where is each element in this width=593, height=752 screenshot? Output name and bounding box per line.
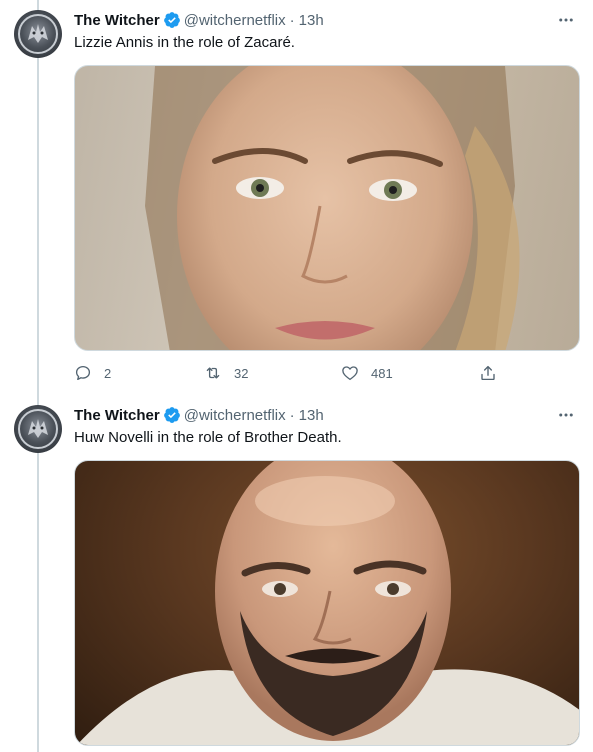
more-options-button[interactable] <box>551 8 581 32</box>
author-name[interactable]: The Witcher <box>74 12 160 29</box>
tweet-header: The Witcher @witchernetflix · 13h <box>74 405 324 425</box>
share-icon <box>481 365 495 381</box>
wolf-medallion-icon <box>18 409 58 449</box>
tweet-text: Lizzie Annis in the role of Zacaré. <box>74 34 295 51</box>
share-button[interactable] <box>479 362 497 384</box>
heart-icon <box>342 366 358 381</box>
more-options-button[interactable] <box>551 403 581 427</box>
tweet-actions: 2 32 481 <box>74 362 514 384</box>
reply-button[interactable]: 2 <box>74 362 111 384</box>
more-dots-icon <box>559 18 573 22</box>
author-handle[interactable]: @witchernetflix <box>184 407 286 424</box>
reply-icon <box>75 365 91 381</box>
verified-badge-icon <box>163 407 180 423</box>
timestamp[interactable]: 13h <box>299 12 324 29</box>
timestamp[interactable]: 13h <box>299 407 324 424</box>
retweet-icon <box>206 367 220 379</box>
author-name[interactable]: The Witcher <box>74 407 160 424</box>
more-dots-icon <box>559 413 573 417</box>
tweet-header: The Witcher @witchernetflix · 13h <box>74 10 324 30</box>
retweet-count: 32 <box>234 365 249 381</box>
like-button[interactable]: 481 <box>341 362 393 384</box>
portrait-photo-woman <box>145 66 520 350</box>
verified-badge-icon <box>163 12 180 28</box>
separator-dot: · <box>289 406 295 424</box>
reply-count: 2 <box>104 365 112 381</box>
author-handle[interactable]: @witchernetflix <box>184 12 286 29</box>
tweet[interactable]: The Witcher @witchernetflix · 13h Huw No… <box>0 395 593 752</box>
tweet-photo[interactable] <box>74 460 580 746</box>
retweet-button[interactable]: 32 <box>204 362 248 384</box>
wolf-medallion-icon <box>18 14 58 54</box>
tweet[interactable]: The Witcher @witchernetflix · 13h Lizzie… <box>0 0 593 395</box>
avatar[interactable] <box>14 10 62 58</box>
tweet-text: Huw Novelli in the role of Brother Death… <box>74 429 342 446</box>
tweet-photo[interactable] <box>74 65 580 351</box>
like-count: 481 <box>371 365 393 381</box>
avatar[interactable] <box>14 405 62 453</box>
portrait-photo-man <box>76 461 579 745</box>
separator-dot: · <box>289 11 295 29</box>
